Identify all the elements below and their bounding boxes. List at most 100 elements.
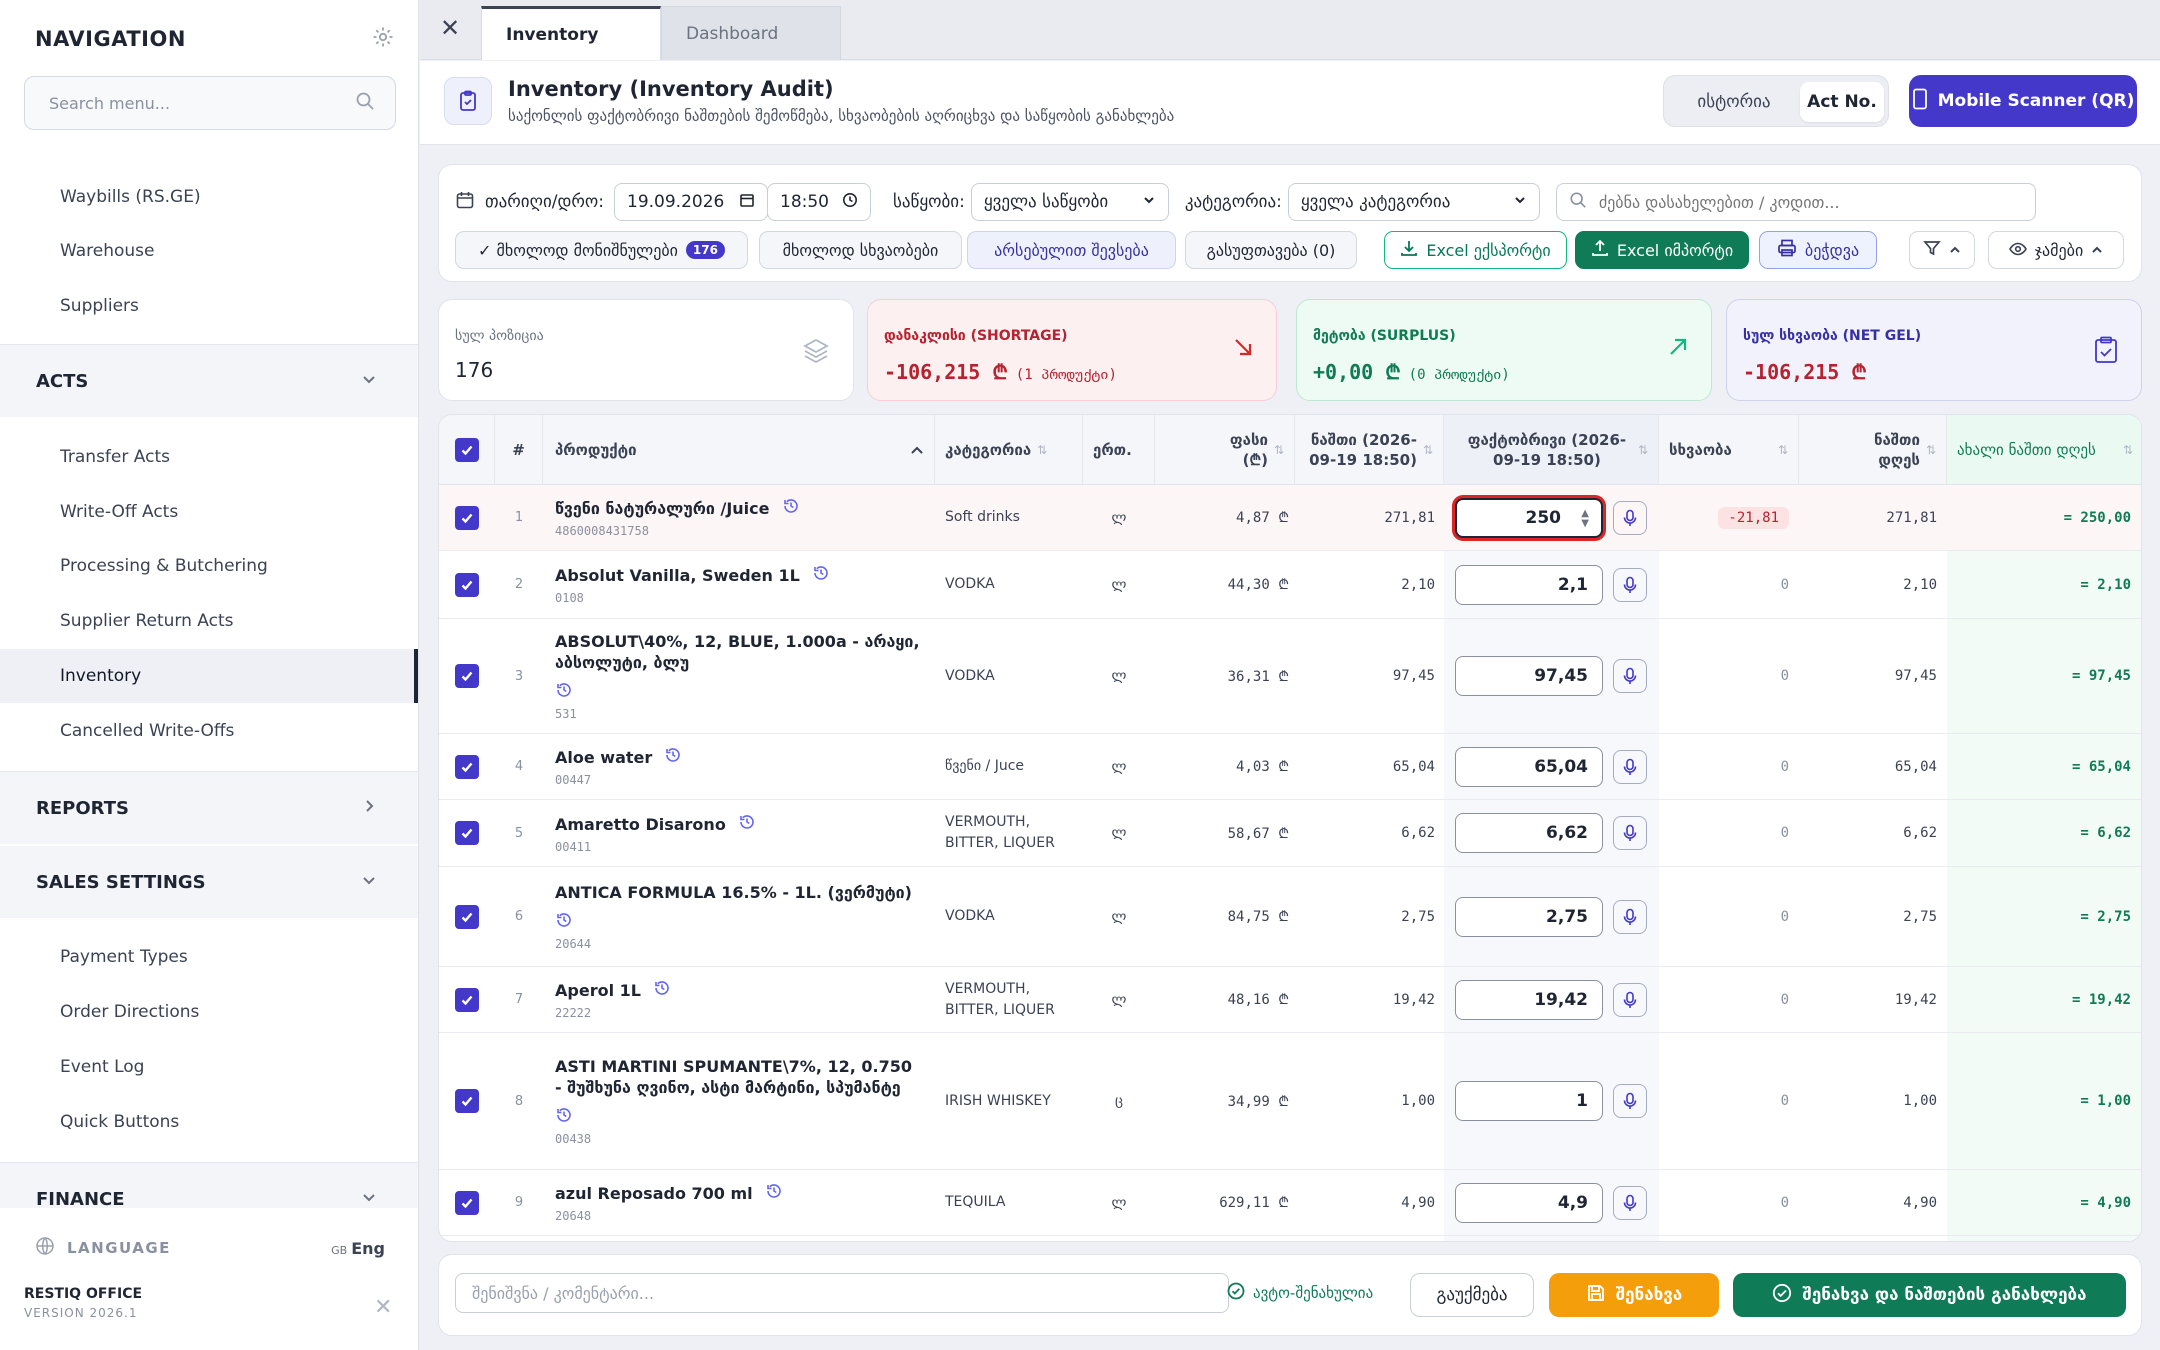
sidebar-section-acts[interactable]: ACTS [0,345,418,417]
phone-icon [1912,88,1928,115]
book-balance: 271,81 [1384,509,1435,526]
header-category[interactable]: კატეგორია ⇅ [935,415,1083,485]
history-icon[interactable] [812,564,830,587]
stat-label: დანაკლისი (SHORTAGE) [884,328,1068,344]
excel-import-button[interactable]: Excel იმპორტი [1575,231,1749,269]
select-all-checkbox[interactable] [454,437,479,462]
sidebar-item-supplier-return[interactable]: Supplier Return Acts [0,594,418,648]
sidebar-item-order-directions[interactable]: Order Directions [0,985,418,1039]
sort-icon: ⇅ [1037,442,1048,457]
date-field[interactable]: 19.09.2026 [614,183,768,221]
history-icon[interactable] [555,911,912,933]
history-icon[interactable] [664,746,682,769]
voice-input-icon[interactable] [1613,749,1647,784]
product-name: Aperol 1L [555,981,641,1000]
comment-input[interactable] [455,1273,1229,1313]
voice-input-icon[interactable] [1613,816,1647,850]
row-checkbox[interactable] [455,505,479,530]
header-new-balance[interactable]: ახალი ნაშთი დღეს ⇅ [1947,415,2141,485]
header-actual[interactable]: ფაქტობრივი (2026-09-19 18:50) ⇅ [1444,415,1659,485]
cancel-button[interactable]: გაუქმება [1410,1273,1534,1317]
print-button[interactable]: ბეჭდვა [1759,231,1877,269]
row-checkbox[interactable] [455,754,479,779]
voice-input-icon[interactable] [1613,899,1647,934]
save-and-distribute-button[interactable]: შენახვა და ნაშთების განახლება [1733,1273,2126,1317]
act-no-toggle[interactable]: Act No. [1800,82,1884,122]
row-checkbox[interactable] [455,904,479,929]
language-selector[interactable]: LANGUAGE GB Eng [35,1234,385,1262]
voice-input-icon[interactable] [1613,982,1647,1017]
balance-today: 19,42 [1894,991,1937,1008]
close-icon[interactable]: ✕ [374,1295,392,1320]
voice-input-icon[interactable] [1613,659,1647,693]
row-checkbox[interactable] [455,1190,479,1215]
tab-inventory[interactable]: Inventory [481,6,661,60]
product-search-input[interactable] [1598,192,2023,212]
row-checkbox[interactable] [455,664,479,688]
warehouse-select[interactable]: ყველა საწყობი [970,183,1169,221]
only-differences-chip[interactable]: მხოლოდ სხვაობები [759,231,962,269]
sidebar-section-finance[interactable]: FINANCE [0,1163,418,1208]
actual-quantity-input[interactable]: 2,1 [1455,564,1603,605]
header-price[interactable]: ფასი (₾) ⇅ [1155,415,1295,485]
fill-existing-chip[interactable]: არსებულით შევსება [967,231,1176,269]
gear-icon[interactable] [371,25,395,53]
actual-quantity-input[interactable]: 2,75 [1455,896,1603,937]
actual-quantity-input[interactable]: 4,9 [1455,1182,1603,1223]
excel-export-button[interactable]: Excel ექსპორტი [1384,231,1567,269]
voice-input-icon[interactable] [1613,1084,1647,1118]
new-balance: = 250,00 [2063,509,2131,526]
actual-quantity-input[interactable]: 97,45 [1455,656,1603,696]
menu-search-input[interactable] [49,93,355,113]
save-button[interactable]: შენახვა [1549,1273,1719,1317]
tab-dashboard[interactable]: Dashboard [661,6,841,60]
stepper-icon[interactable]: ▲ ▼ [1581,508,1589,529]
table-row: 6 ANTICA FORMULA 16.5% - 1L. (ვერმუტი) 206… [439,867,2141,967]
filter-toggle-button[interactable] [1909,231,1975,269]
header-balance[interactable]: ნაშთი (2026-09-19 18:50) ⇅ [1295,415,1444,485]
row-checkbox[interactable] [455,1089,479,1113]
sidebar-section-sales-settings[interactable]: SALES SETTINGS [0,846,418,918]
actual-quantity-input[interactable]: 6,62 [1455,813,1603,853]
sidebar-section-reports[interactable]: REPORTS [0,772,418,844]
totals-toggle-button[interactable]: ჯამები [1988,231,2124,269]
sidebar-item-transfer-acts[interactable]: Transfer Acts [0,430,418,484]
history-icon[interactable] [555,1106,923,1128]
voice-input-icon[interactable] [1613,567,1647,602]
voice-input-icon[interactable] [1613,500,1647,535]
voice-input-icon[interactable] [1613,1185,1647,1220]
history-icon[interactable] [738,813,756,836]
mobile-scanner-button[interactable]: Mobile Scanner (QR) [1909,75,2137,127]
actual-quantity-input[interactable]: 1 [1455,1081,1603,1121]
sidebar-item-payment-types[interactable]: Payment Types [0,930,418,984]
sidebar-item-event-log[interactable]: Event Log [0,1040,418,1094]
time-field[interactable]: 18:50 [767,183,871,221]
history-toggle[interactable]: ისტორია [1670,82,1798,122]
row-checkbox[interactable] [455,987,479,1012]
close-tab-icon[interactable]: ✕ [440,14,460,42]
sidebar-item-waybills[interactable]: Waybills (RS.GE) [0,170,418,224]
header-balance-today[interactable]: ნაშთი დღეს ⇅ [1799,415,1947,485]
sidebar-item-warehouse[interactable]: Warehouse [0,224,418,278]
actual-quantity-input[interactable]: 250 ▲ ▼ [1455,497,1603,538]
sidebar-item-processing[interactable]: Processing & Butchering [0,539,418,593]
header-product[interactable]: პროდუქტი [543,415,935,485]
only-marked-chip[interactable]: ✓ მხოლოდ მონიშნულები 176 [455,231,748,269]
sidebar-item-quick-buttons[interactable]: Quick Buttons [0,1095,418,1149]
history-icon[interactable] [653,979,671,1002]
history-icon[interactable] [555,681,923,703]
actual-quantity-input[interactable]: 19,42 [1455,979,1603,1020]
header-difference[interactable]: სხვაობა ⇅ [1659,415,1799,485]
clear-chip[interactable]: გასუფთავება (0) [1185,231,1357,269]
history-icon[interactable] [765,1182,783,1205]
row-checkbox[interactable] [455,821,479,845]
category-select[interactable]: ყველა კატეგორია [1287,183,1540,221]
sidebar-item-suppliers[interactable]: Suppliers [0,279,418,333]
sidebar-item-cancelled-write-offs[interactable]: Cancelled Write-Offs [0,704,418,758]
sidebar-item-write-off-acts[interactable]: Write-Off Acts [0,485,418,539]
actual-quantity-input[interactable]: 65,04 [1455,746,1603,787]
stat-net-difference: სულ სხვაობა (NET GEL) -106,215 ₾ [1726,299,2142,401]
history-icon[interactable] [782,497,800,520]
row-checkbox[interactable] [455,572,479,597]
sidebar-item-inventory[interactable]: Inventory [0,649,418,703]
